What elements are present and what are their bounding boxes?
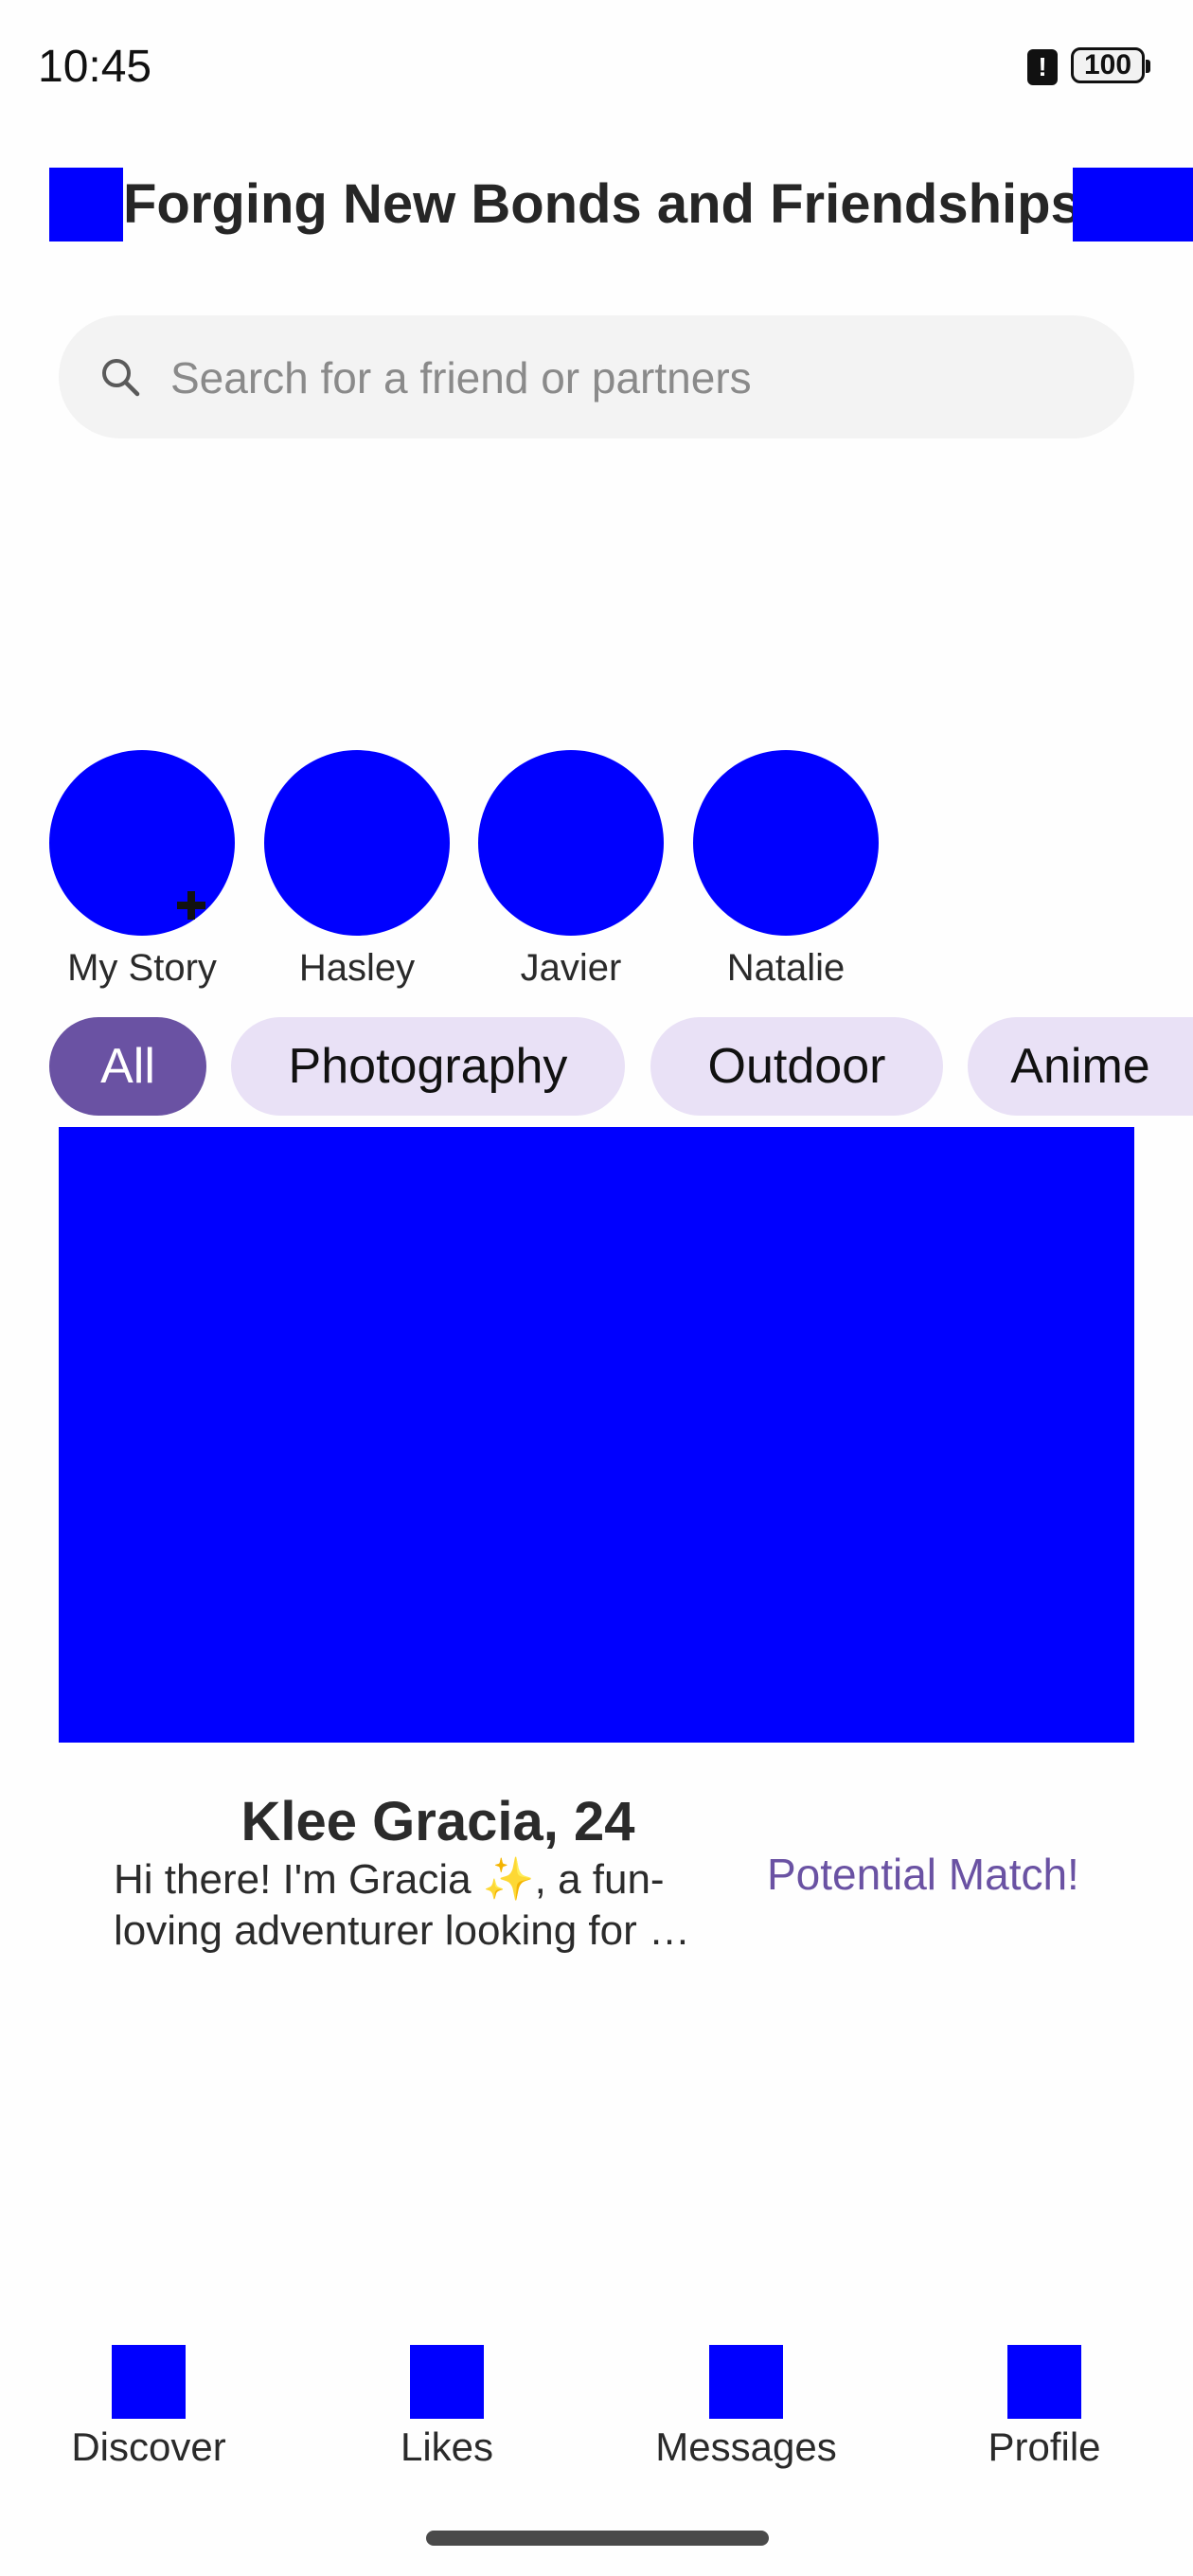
nav-messages[interactable]: Messages bbox=[637, 2345, 855, 2476]
search-bar[interactable] bbox=[59, 315, 1134, 440]
profile-bio: Hi there! I'm Gracia ✨, a fun-loving adv… bbox=[114, 1856, 690, 1954]
story-javier[interactable]: Javier bbox=[478, 750, 664, 994]
profile-name: Klee Gracia, 24 bbox=[240, 1791, 635, 1852]
category-chip-photography[interactable]: Photography bbox=[231, 1017, 625, 1116]
story-label: My Story bbox=[67, 947, 217, 989]
search-icon bbox=[102, 359, 140, 397]
profile-photo[interactable] bbox=[59, 1127, 1134, 1743]
home-indicator[interactable] bbox=[426, 2531, 769, 2546]
story-label: Hasley bbox=[298, 947, 416, 989]
menu-icon[interactable] bbox=[1073, 168, 1193, 242]
status-time: 10:45 bbox=[38, 42, 152, 92]
category-chip-outdoor[interactable]: Outdoor bbox=[650, 1017, 943, 1116]
story-hasley[interactable]: Hasley bbox=[264, 750, 450, 994]
discover-icon[interactable] bbox=[112, 2345, 186, 2419]
search-input[interactable] bbox=[169, 315, 1100, 440]
story-my-story[interactable]: My Story bbox=[49, 750, 235, 994]
battery-icon: 100 bbox=[1071, 47, 1150, 83]
nav-likes[interactable]: Likes bbox=[338, 2345, 556, 2476]
nav-label: Likes bbox=[400, 2424, 494, 2469]
add-story-icon[interactable] bbox=[173, 887, 209, 923]
avatar[interactable] bbox=[693, 750, 879, 936]
avatar[interactable] bbox=[264, 750, 450, 936]
category-chip-all[interactable]: All bbox=[49, 1017, 206, 1116]
avatar[interactable] bbox=[478, 750, 664, 936]
page-title: Forging New Bonds and Friendships bbox=[123, 173, 1081, 235]
nav-discover[interactable]: Discover bbox=[40, 2345, 258, 2476]
match-status[interactable]: Potential Match! bbox=[767, 1847, 1079, 1902]
nav-label: Messages bbox=[655, 2424, 837, 2469]
story-natalie[interactable]: Natalie bbox=[693, 750, 879, 994]
back-icon[interactable] bbox=[49, 168, 123, 242]
nav-label: Profile bbox=[988, 2424, 1101, 2469]
nav-profile[interactable]: Profile bbox=[935, 2345, 1153, 2476]
nav-label: Discover bbox=[71, 2424, 226, 2469]
story-label: Natalie bbox=[726, 947, 846, 989]
alert-icon: ! bbox=[1027, 49, 1058, 85]
story-label: Javier bbox=[520, 947, 622, 989]
category-chip-anime[interactable]: Anime bbox=[968, 1017, 1193, 1116]
messages-icon[interactable] bbox=[709, 2345, 783, 2419]
likes-icon[interactable] bbox=[410, 2345, 484, 2419]
avatar[interactable] bbox=[49, 750, 235, 936]
profile-icon[interactable] bbox=[1007, 2345, 1081, 2419]
